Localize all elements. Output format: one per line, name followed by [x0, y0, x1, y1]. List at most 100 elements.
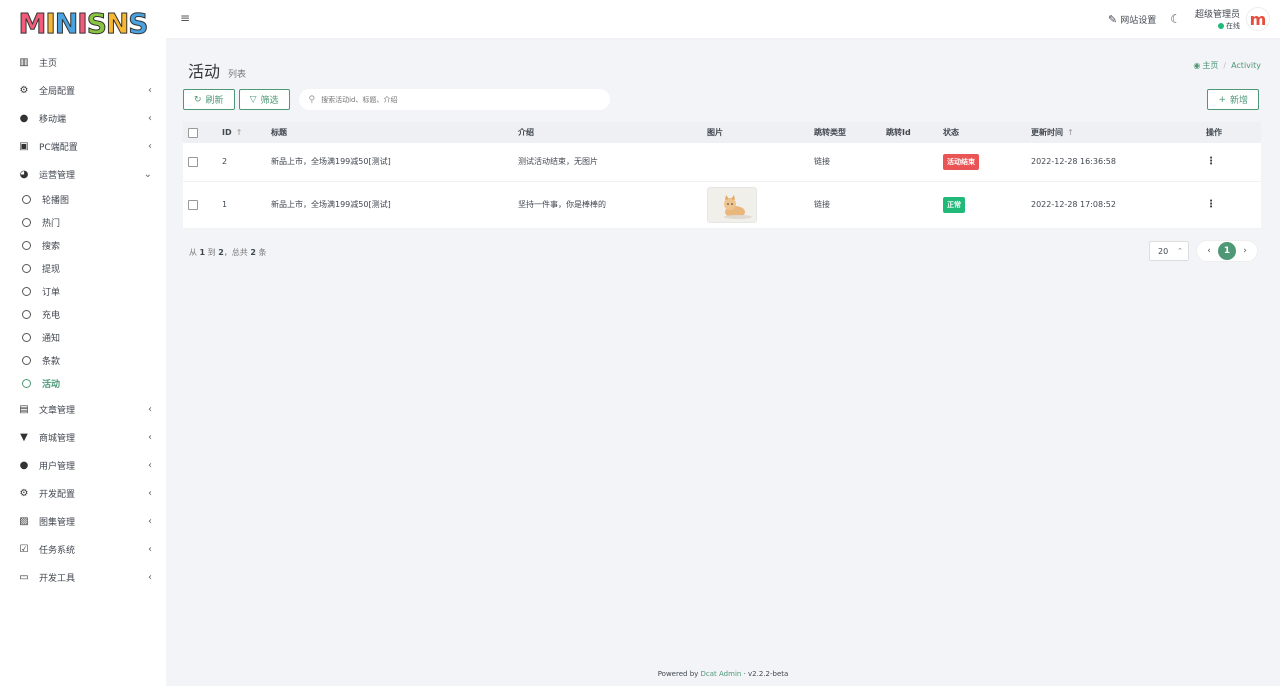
cell-updated: 2022-12-28 16:36:58 — [1031, 157, 1116, 167]
next-page-button[interactable]: › — [1236, 242, 1254, 260]
edit-icon: ✎ — [1107, 12, 1118, 26]
pagination-summary: 从 1 到 2，总共 2 条 — [189, 247, 266, 258]
chevron-left-icon: ‹ — [148, 403, 152, 415]
summary-total-word: ，总共 — [223, 248, 248, 257]
col-updated-label: 更新时间 — [1031, 128, 1063, 137]
sidebar-item-label: 运营管理 — [39, 170, 76, 181]
refresh-icon: ↻ — [194, 94, 202, 105]
prev-page-button[interactable]: ‹ — [1200, 242, 1218, 260]
per-page-select[interactable]: 20 ⌃ — [1149, 241, 1189, 261]
grid-toolbar: ↻ 刷新 ▽ 筛选 ⚲ — [183, 89, 610, 110]
row-checkbox[interactable] — [188, 156, 198, 167]
activity-thumbnail[interactable] — [707, 186, 757, 223]
sidebar-subitem[interactable]: 搜索 — [0, 234, 166, 257]
footer-link[interactable]: Dcat Admin — [701, 670, 742, 678]
col-actions: 操作 — [1206, 128, 1222, 137]
data-table: ID ↑ 标题 介绍 图片 跳转类型 跳转Id 状态 更新时间 ↑ 操作 2 新品上… — [183, 122, 1261, 229]
chevron-left-icon: ‹ — [148, 112, 152, 124]
avatar[interactable]: m — [1246, 7, 1270, 31]
sidebar-subitem[interactable]: 充电 — [0, 303, 166, 326]
chevron-up-icon: ⌃ — [1177, 247, 1183, 255]
col-image: 图片 — [707, 128, 723, 137]
breadcrumb: ◉ 主页 / Activity — [1193, 60, 1261, 71]
sidebar-item-gear[interactable]: ⚙ 全局配置 ‹ — [0, 76, 166, 104]
page-number[interactable]: 1 — [1218, 242, 1236, 260]
search-box[interactable]: ⚲ — [298, 89, 610, 110]
summary-unit: 条 — [258, 248, 267, 257]
chevron-left-icon: ‹ — [148, 459, 152, 471]
sidebar-subitem[interactable]: 提现 — [0, 257, 166, 280]
circle-icon — [22, 264, 31, 273]
sidebar-menu: ▥ 主页 ⚙ 全局配置 ‹ ● 移动端 ‹ ▣ PC端配置 ‹ ◕ 运营管理 ⌄ 轮播图 热门 搜索 提现 订单 充电… — [0, 48, 166, 591]
status-badge: 正常 — [943, 196, 965, 213]
breadcrumb-current: Activity — [1231, 61, 1261, 70]
site-settings-link[interactable]: ✎ 网站设置 — [1108, 13, 1156, 26]
row-actions-icon[interactable]: ⋮ — [1206, 199, 1216, 210]
sidebar-item-users[interactable]: ● 用户管理 ‹ — [0, 451, 166, 479]
sidebar-subitem-label: 提现 — [42, 265, 61, 275]
users-icon: ● — [19, 459, 29, 471]
sidebar-item-wechat[interactable]: ● 移动端 ‹ — [0, 104, 166, 132]
search-input[interactable] — [321, 95, 592, 104]
col-id[interactable]: ID ↑ — [222, 122, 271, 143]
sidebar-item-label: 移动端 — [39, 114, 67, 125]
breadcrumb-home[interactable]: ◉ 主页 — [1193, 60, 1218, 71]
sidebar-item-pie-chart[interactable]: ◕ 运营管理 ⌄ — [0, 160, 166, 188]
page-subtitle: 列表 — [228, 70, 247, 80]
page-title: 活动 — [188, 62, 221, 81]
sidebar-item-keyboard[interactable]: ▭ 开发工具 ‹ — [0, 563, 166, 591]
sidebar-subitem-label: 活动 — [42, 380, 61, 390]
breadcrumb-separator: / — [1223, 61, 1227, 70]
sidebar-subitem[interactable]: 订单 — [0, 280, 166, 303]
sidebar-item-check-square[interactable]: ☑ 任务系统 ‹ — [0, 535, 166, 563]
sidebar-subitem[interactable]: 轮播图 — [0, 188, 166, 211]
add-label: 新增 — [1229, 96, 1248, 106]
select-all-checkbox[interactable] — [188, 127, 198, 138]
sidebar-item-image[interactable]: ▨ 图集管理 ‹ — [0, 507, 166, 535]
sidebar-subitem[interactable]: 通知 — [0, 326, 166, 349]
table-row: 1 新品上市，全场满199减50[测试] 坚持一件事，你是棒棒的 链接 正常 2… — [183, 181, 1261, 228]
row-actions-icon[interactable]: ⋮ — [1206, 156, 1216, 167]
chevron-left-icon: ‹ — [148, 487, 152, 499]
logo-text: MINISNS — [18, 6, 149, 40]
add-button[interactable]: + 新增 — [1207, 89, 1259, 110]
circle-icon — [22, 356, 31, 365]
cart-icon: ▼ — [20, 431, 28, 443]
filter-button[interactable]: ▽ 筛选 — [238, 89, 290, 110]
sidebar-item-label: PC端配置 — [39, 142, 78, 153]
refresh-button[interactable]: ↻ 刷新 — [183, 89, 235, 110]
keyboard-icon: ▭ — [19, 571, 29, 583]
circle-icon — [22, 379, 31, 388]
refresh-label: 刷新 — [205, 96, 224, 106]
dark-mode-icon[interactable]: ☾ — [1170, 12, 1181, 26]
sidebar-item-label: 开发工具 — [39, 573, 76, 584]
cell-intro: 测试活动结束，无图片 — [518, 157, 598, 167]
cell-jump-id — [886, 143, 943, 181]
sidebar-item-book[interactable]: ▤ 文章管理 ‹ — [0, 395, 166, 423]
sort-icon[interactable]: ↑ — [236, 128, 243, 137]
filter-label: 筛选 — [260, 96, 279, 106]
sidebar-item-label: 主页 — [39, 58, 58, 69]
sidebar-subitem[interactable]: 热门 — [0, 211, 166, 234]
sidebar-subitem[interactable]: 活动 — [0, 372, 166, 395]
user-info[interactable]: 超级管理员 在线 — [1195, 7, 1240, 31]
chevron-down-icon: ⌄ — [143, 168, 152, 180]
hamburger-menu-icon[interactable]: ≡ — [180, 11, 190, 25]
cell-jump-type: 链接 — [814, 200, 830, 209]
col-updated[interactable]: 更新时间 ↑ — [1031, 122, 1206, 143]
sidebar-item-cog-outline[interactable]: ⚙ 开发配置 ‹ — [0, 479, 166, 507]
cell-id: 2 — [222, 157, 228, 167]
sidebar-subitem-label: 轮播图 — [42, 196, 70, 206]
cell-title: 新品上市，全场满199减50[测试] — [271, 157, 391, 167]
sidebar-item-bar-chart[interactable]: ▥ 主页 — [0, 48, 166, 76]
brand-logo[interactable]: MINISNS — [0, 0, 166, 46]
cell-jump-id — [886, 181, 943, 228]
sidebar-subitem[interactable]: 条款 — [0, 349, 166, 372]
sidebar-item-desktop[interactable]: ▣ PC端配置 ‹ — [0, 132, 166, 160]
check-square-icon: ☑ — [19, 543, 29, 555]
breadcrumb-home-label: 主页 — [1202, 61, 1219, 70]
table-row: 2 新品上市，全场满199减50[测试] 测试活动结束，无图片 链接 活动结束 … — [183, 143, 1261, 181]
sidebar-item-cart[interactable]: ▼ 商城管理 ‹ — [0, 423, 166, 451]
row-checkbox[interactable] — [188, 199, 198, 210]
sort-icon[interactable]: ↑ — [1067, 128, 1074, 137]
